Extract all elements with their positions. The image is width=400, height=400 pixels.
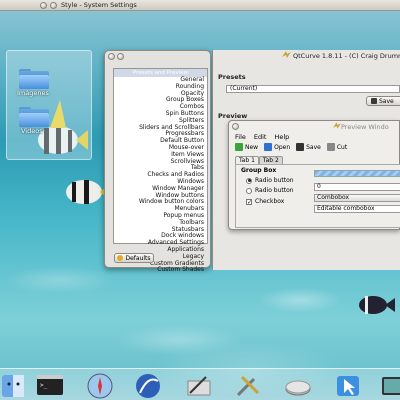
save-label: Save xyxy=(306,143,321,151)
menu-edit[interactable]: Edit xyxy=(254,133,267,141)
category-list[interactable]: Presets and Preview General Rounding Opaci… xyxy=(113,68,208,273)
dock: >_ xyxy=(0,368,400,400)
presets-label: Presets xyxy=(218,73,246,81)
desktop-icon-label[interactable]: Videos xyxy=(21,127,43,135)
desktop-folder-view: Imágenes Videos xyxy=(6,50,92,160)
cursor-icon[interactable] xyxy=(334,371,362,399)
open-label: Open xyxy=(274,143,291,151)
menu-help[interactable]: Help xyxy=(274,133,289,141)
defaults-label: Defaults xyxy=(125,254,151,262)
title-bar: Style - System Settings xyxy=(0,0,400,11)
folder-icon[interactable] xyxy=(19,107,49,127)
qtcurve-logo-icon xyxy=(333,122,341,129)
finder-icon[interactable] xyxy=(0,371,28,399)
radio-indicator[interactable] xyxy=(246,187,252,194)
desktop-icon-label[interactable]: Imágenes xyxy=(17,89,49,97)
system-settings-icon[interactable] xyxy=(234,371,262,399)
cut-label: Cut xyxy=(336,143,348,151)
fish-decoration xyxy=(359,296,395,314)
new-label: New xyxy=(245,143,259,151)
close-button[interactable] xyxy=(232,122,239,130)
app-title: QtCurve 1.8.11 - (C) Craig Drummond, xyxy=(293,52,400,60)
terminal-icon[interactable]: >_ xyxy=(36,371,64,399)
folder-icon[interactable] xyxy=(19,69,49,89)
radio-label: Radio button xyxy=(255,187,294,194)
checkbox-indicator[interactable]: ✓ xyxy=(246,198,252,205)
category-item[interactable]: Custom Shades xyxy=(114,267,207,274)
screen-icon[interactable] xyxy=(380,371,400,399)
open-icon xyxy=(264,143,273,151)
radio-button-1[interactable]: Radio button xyxy=(246,177,294,184)
new-button[interactable]: New xyxy=(235,143,258,151)
qtcurve-logo-icon xyxy=(282,51,291,58)
window-title: Style - System Settings xyxy=(61,1,137,9)
radio-indicator[interactable] xyxy=(246,177,252,184)
combobox[interactable]: Combobox xyxy=(314,194,400,202)
checkbox-label: Checkbox xyxy=(255,198,285,205)
tab-content: Group Box Radio button Radio button ✓ Ch… xyxy=(235,164,400,228)
group-box-title: Group Box xyxy=(241,167,277,174)
save-icon xyxy=(296,143,305,151)
app-icon[interactable] xyxy=(134,371,162,399)
svg-text:>_: >_ xyxy=(40,382,48,389)
cut-button[interactable]: Cut xyxy=(326,143,348,151)
fish-decoration xyxy=(66,180,110,204)
radio-label: Radio button xyxy=(255,177,294,184)
tab-bar: Tab 1 Tab 2 xyxy=(235,156,283,164)
spin-box[interactable]: 0 xyxy=(314,183,400,191)
progress-bar xyxy=(314,170,400,177)
menu-file[interactable]: File xyxy=(235,133,246,141)
disk-icon[interactable] xyxy=(284,371,312,399)
preview-window: Preview Windo File Edit Help New Open Sa… xyxy=(228,120,400,230)
safari-icon[interactable] xyxy=(86,371,114,399)
checkbox[interactable]: ✓ Checkbox xyxy=(246,198,284,205)
defaults-icon xyxy=(117,255,124,261)
floppy-icon xyxy=(371,98,377,104)
defaults-button[interactable]: Defaults xyxy=(114,253,154,263)
open-button[interactable]: Open xyxy=(264,143,290,151)
editable-combobox[interactable]: Editable combobox xyxy=(314,205,400,213)
new-icon xyxy=(235,143,243,151)
save-preset-button[interactable]: Save xyxy=(366,96,400,106)
minimize-button[interactable] xyxy=(50,1,57,9)
radio-button-2[interactable]: Radio button xyxy=(246,187,294,194)
tab-1[interactable]: Tab 1 xyxy=(235,156,259,164)
preset-combo[interactable]: (Current) xyxy=(226,85,400,93)
preview-label: Preview xyxy=(218,112,248,120)
stylus-icon[interactable] xyxy=(184,371,212,399)
cut-icon xyxy=(326,143,335,151)
save-label: Save xyxy=(379,97,394,105)
tab-2[interactable]: Tab 2 xyxy=(258,156,283,164)
close-button[interactable] xyxy=(40,1,47,9)
preview-title: Preview Windo xyxy=(341,123,389,131)
save-button[interactable]: Save xyxy=(296,143,321,151)
close-button[interactable] xyxy=(108,53,115,60)
minimize-button[interactable] xyxy=(117,53,124,60)
toolbar: New Open Save Cut xyxy=(235,143,347,151)
menu-bar: File Edit Help xyxy=(235,133,289,141)
